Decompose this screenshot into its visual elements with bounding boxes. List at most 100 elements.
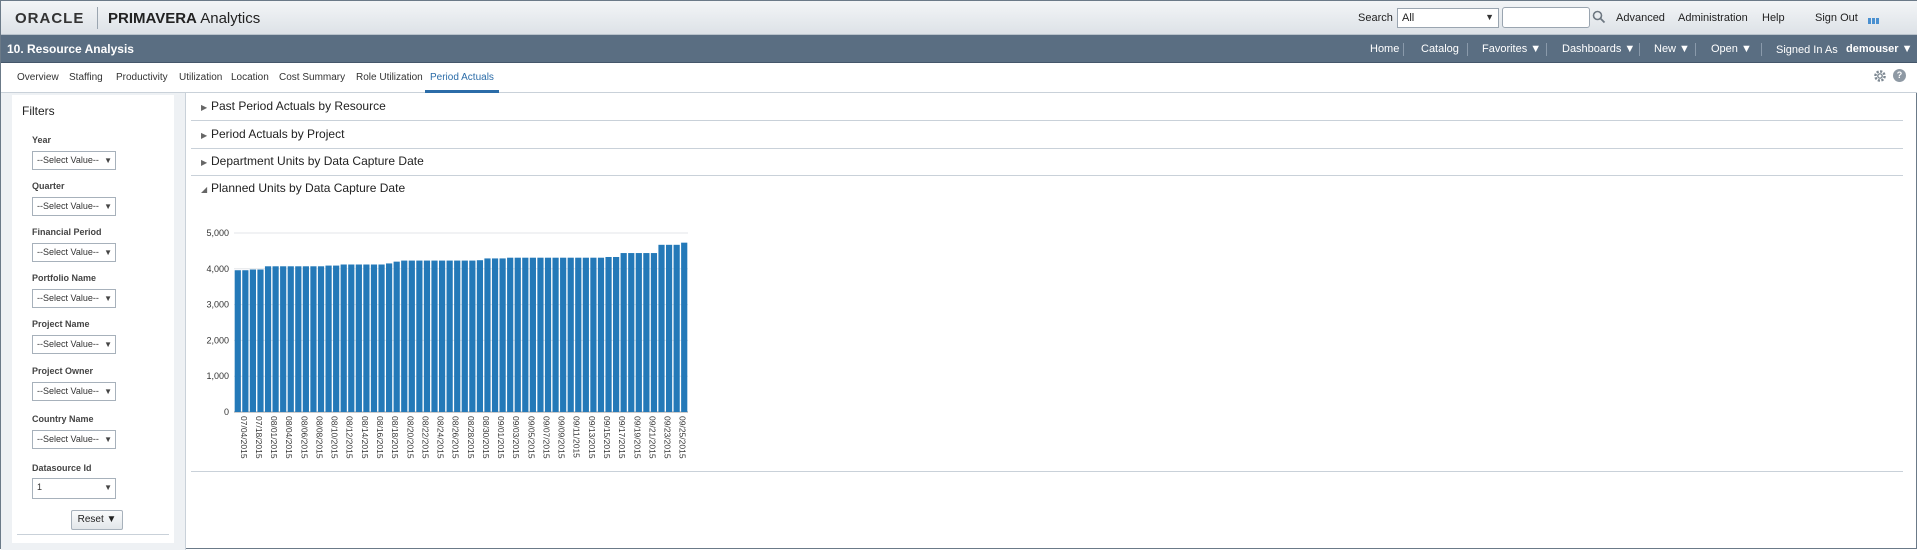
search-scope-select[interactable]: All ▼ xyxy=(1397,8,1499,28)
tab-staffing[interactable]: Staffing xyxy=(69,72,103,83)
chart-bar[interactable] xyxy=(529,257,536,412)
advanced-link[interactable]: Advanced xyxy=(1616,12,1665,24)
search-input[interactable] xyxy=(1502,7,1590,28)
chart-bar[interactable] xyxy=(438,260,446,412)
expand-triangle-icon[interactable]: ▶ xyxy=(201,158,211,167)
chart-bar[interactable] xyxy=(507,257,514,412)
chart-bar[interactable] xyxy=(280,266,287,412)
chart-bar[interactable] xyxy=(446,260,453,412)
user-menu[interactable]: demouser ▼ xyxy=(1846,43,1913,55)
chart-bar[interactable] xyxy=(249,269,257,412)
chart-bar[interactable] xyxy=(537,257,544,412)
tab-location[interactable]: Location xyxy=(231,72,269,83)
chart-bar[interactable] xyxy=(310,266,317,412)
chart-bar[interactable] xyxy=(499,258,506,412)
open-menu[interactable]: Open ▼ xyxy=(1711,43,1752,55)
catalog-link[interactable]: Catalog xyxy=(1421,43,1459,55)
tab-period-actuals[interactable]: Period Actuals xyxy=(430,72,494,83)
tab-utilization[interactable]: Utilization xyxy=(179,72,222,83)
chart-bar[interactable] xyxy=(393,261,400,412)
chart-bar[interactable] xyxy=(514,257,521,412)
filter-select-project-name[interactable]: --Select Value-- ▼ xyxy=(32,335,116,354)
chart-bar[interactable] xyxy=(408,260,415,412)
chart-bar[interactable] xyxy=(597,257,605,412)
chart-bar[interactable] xyxy=(567,257,574,412)
filter-select-portfolio-name[interactable]: --Select Value-- ▼ xyxy=(32,289,116,308)
chart-bar[interactable] xyxy=(257,269,264,412)
chart-bar[interactable] xyxy=(484,258,491,412)
filter-select-country-name[interactable]: --Select Value-- ▼ xyxy=(32,430,116,449)
chart-bar[interactable] xyxy=(650,253,658,412)
filter-select-year[interactable]: --Select Value-- ▼ xyxy=(32,151,116,170)
chart-bar[interactable] xyxy=(348,264,355,413)
chart-bar[interactable] xyxy=(317,266,325,412)
search-icon[interactable] xyxy=(1592,10,1606,24)
chart-bar[interactable] xyxy=(287,266,294,412)
chart-bar[interactable] xyxy=(242,270,249,412)
tab-productivity[interactable]: Productivity xyxy=(116,72,168,83)
chart-bar[interactable] xyxy=(491,258,499,412)
chart-bar[interactable] xyxy=(302,266,309,412)
chart-bar[interactable] xyxy=(590,257,597,412)
help-icon[interactable]: ? xyxy=(1893,69,1906,82)
new-menu[interactable]: New ▼ xyxy=(1654,43,1690,55)
chart-bar[interactable] xyxy=(620,253,627,412)
gear-icon[interactable] xyxy=(1873,69,1887,83)
collapse-triangle-icon[interactable]: ◢ xyxy=(201,185,211,194)
chart-bar[interactable] xyxy=(560,257,567,412)
chart-bar[interactable] xyxy=(476,260,484,412)
chart-bar[interactable] xyxy=(605,256,612,412)
chart-bar[interactable] xyxy=(355,264,362,413)
chart-bar[interactable] xyxy=(454,260,461,412)
chart-bar[interactable] xyxy=(234,270,241,412)
section-header[interactable]: ▶ Past Period Actuals by Resource xyxy=(201,99,386,113)
section-header[interactable]: ▶ Period Actuals by Project xyxy=(201,127,344,141)
help-link[interactable]: Help xyxy=(1762,12,1785,24)
chart-bar[interactable] xyxy=(340,264,347,413)
chart-bar[interactable] xyxy=(378,264,385,413)
section-header[interactable]: ▶ Department Units by Data Capture Date xyxy=(201,154,424,168)
home-link[interactable]: Home xyxy=(1370,43,1399,55)
tab-overview[interactable]: Overview xyxy=(17,72,59,83)
chart-bar[interactable] xyxy=(665,244,673,412)
filter-select-quarter[interactable]: --Select Value-- ▼ xyxy=(32,197,116,216)
chart-bar[interactable] xyxy=(401,260,408,412)
dashboards-menu[interactable]: Dashboards ▼ xyxy=(1562,43,1635,55)
chart-bar[interactable] xyxy=(681,242,688,412)
chart-bar[interactable] xyxy=(658,244,665,412)
chart-bar[interactable] xyxy=(582,257,589,412)
administration-link[interactable]: Administration xyxy=(1678,12,1748,24)
chart-bar[interactable] xyxy=(635,253,642,412)
chart-bar[interactable] xyxy=(431,260,438,412)
chart-bar[interactable] xyxy=(272,266,279,412)
chart-bar[interactable] xyxy=(325,265,332,412)
reset-button[interactable]: Reset ▼ xyxy=(71,510,123,530)
expand-triangle-icon[interactable]: ▶ xyxy=(201,103,211,112)
chart-bar[interactable] xyxy=(552,257,559,412)
favorites-menu[interactable]: Favorites ▼ xyxy=(1482,43,1541,55)
chart-bar[interactable] xyxy=(461,260,468,412)
filter-select-project-owner[interactable]: --Select Value-- ▼ xyxy=(32,382,116,401)
chart-bar[interactable] xyxy=(370,264,378,413)
chart-bar[interactable] xyxy=(628,253,635,412)
chart-bar[interactable] xyxy=(295,266,302,412)
signout-link[interactable]: Sign Out xyxy=(1815,12,1858,24)
chart-bar[interactable] xyxy=(469,260,476,412)
chart-bar[interactable] xyxy=(416,260,423,412)
chart-bar[interactable] xyxy=(544,257,552,412)
filter-select-datasource-id[interactable]: 1 ▼ xyxy=(32,478,116,499)
tab-cost-summary[interactable]: Cost Summary xyxy=(279,72,345,83)
chart-bar[interactable] xyxy=(673,244,680,412)
tab-role-utilization[interactable]: Role Utilization xyxy=(356,72,423,83)
chart-bar[interactable] xyxy=(643,253,650,412)
chart-bar[interactable] xyxy=(363,264,370,413)
section-header[interactable]: ◢ Planned Units by Data Capture Date xyxy=(201,181,405,195)
chart-bar[interactable] xyxy=(386,263,393,412)
chart-bar[interactable] xyxy=(613,256,620,412)
filter-select-financial-period[interactable]: --Select Value-- ▼ xyxy=(32,243,116,262)
chart-bar[interactable] xyxy=(423,260,431,412)
expand-triangle-icon[interactable]: ▶ xyxy=(201,131,211,140)
chart-bar[interactable] xyxy=(575,257,582,412)
chart-bar[interactable] xyxy=(522,257,529,412)
chart-bar[interactable] xyxy=(333,265,340,412)
